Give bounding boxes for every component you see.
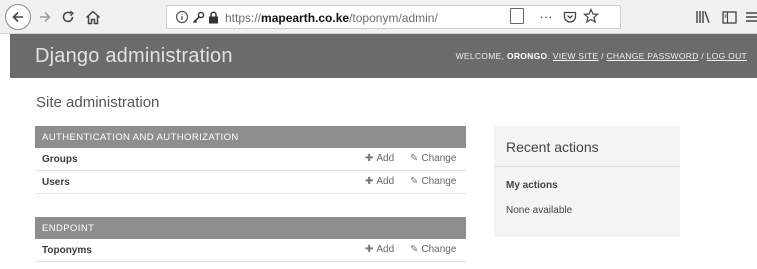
model-link-users[interactable]: Users bbox=[42, 177, 70, 188]
change-label: Change bbox=[421, 244, 457, 255]
pencil-icon: ✎ bbox=[410, 176, 419, 187]
menu-button[interactable] bbox=[746, 8, 757, 26]
module-caption[interactable]: AUTHENTICATION AND AUTHORIZATION bbox=[35, 126, 466, 148]
sidebar-button[interactable] bbox=[721, 8, 737, 26]
change-users-link[interactable]: ✎ Change bbox=[410, 176, 456, 187]
welcome-text: WELCOME, bbox=[455, 51, 507, 61]
module-caption[interactable]: ENDPOINT bbox=[35, 217, 466, 239]
sidebar-icon bbox=[721, 10, 737, 24]
pocket-icon bbox=[563, 11, 577, 23]
model-link-groups[interactable]: Groups bbox=[42, 154, 78, 165]
my-actions-heading: My actions bbox=[506, 180, 558, 191]
change-password-link[interactable]: CHANGE PASSWORD bbox=[606, 51, 698, 61]
recent-actions-panel: Recent actions My actions None available bbox=[494, 126, 680, 237]
url-prefix: https:// bbox=[225, 11, 262, 25]
page-title: Site administration bbox=[36, 94, 160, 111]
pencil-icon: ✎ bbox=[410, 153, 419, 164]
add-label: Add bbox=[376, 176, 395, 187]
separator: / bbox=[698, 51, 707, 61]
back-arrow-icon bbox=[12, 11, 23, 23]
model-row-toponyms: Toponyms ✚ Add ✎ Change bbox=[35, 239, 466, 262]
add-toponyms-link[interactable]: ✚ Add bbox=[365, 244, 394, 255]
key-icon bbox=[192, 11, 205, 23]
library-button[interactable] bbox=[695, 8, 711, 26]
browser-toolbar: https://mapearth.co.ke/toponym/admin/ ··… bbox=[0, 0, 757, 34]
more-actions-icon: ··· bbox=[539, 8, 553, 24]
info-icon bbox=[175, 10, 189, 24]
recent-actions-title: Recent actions bbox=[506, 139, 599, 155]
url-domain: mapearth.co.ke bbox=[261, 11, 350, 25]
hamburger-menu-icon bbox=[746, 12, 757, 22]
empty-actions-text: None available bbox=[506, 205, 573, 216]
site-header: Django administration WELCOME, ORONGO. V… bbox=[10, 34, 757, 78]
plus-icon: ✚ bbox=[365, 176, 374, 187]
url-text[interactable]: https://mapearth.co.ke/toponym/admin/ bbox=[225, 11, 438, 25]
change-label: Change bbox=[421, 153, 457, 164]
site-identity[interactable] bbox=[175, 10, 219, 24]
add-label: Add bbox=[376, 153, 395, 164]
add-users-link[interactable]: ✚ Add bbox=[365, 176, 394, 187]
view-site-link[interactable]: VIEW SITE bbox=[553, 51, 599, 61]
plus-icon: ✚ bbox=[365, 244, 374, 255]
add-label: Add bbox=[376, 244, 395, 255]
model-row-users: Users ✚ Add ✎ Change bbox=[35, 171, 466, 194]
add-groups-link[interactable]: ✚ Add bbox=[365, 153, 394, 164]
module-endpoint: ENDPOINT Toponyms ✚ Add ✎ Change bbox=[35, 217, 466, 262]
pencil-icon: ✎ bbox=[410, 244, 419, 255]
library-icon bbox=[696, 11, 710, 24]
model-row-groups: Groups ✚ Add ✎ Change bbox=[35, 148, 466, 171]
forward-arrow-icon bbox=[40, 11, 51, 23]
bookmark-button[interactable] bbox=[582, 7, 600, 25]
change-toponyms-link[interactable]: ✎ Change bbox=[410, 244, 456, 255]
bookmark-star-icon bbox=[583, 8, 599, 24]
reload-icon bbox=[62, 10, 74, 23]
pocket-button[interactable] bbox=[562, 8, 578, 26]
user-tools: WELCOME, ORONGO. VIEW SITE / CHANGE PASS… bbox=[455, 51, 747, 61]
log-out-link[interactable]: LOG OUT bbox=[707, 51, 747, 61]
change-label: Change bbox=[421, 176, 457, 187]
site-branding[interactable]: Django administration bbox=[35, 45, 233, 68]
divider bbox=[494, 166, 680, 167]
lock-icon bbox=[209, 11, 218, 23]
back-button[interactable] bbox=[5, 4, 31, 30]
username: ORONGO bbox=[506, 51, 548, 61]
plus-icon: ✚ bbox=[365, 153, 374, 164]
page-actions-button[interactable]: ··· bbox=[536, 7, 556, 25]
home-icon bbox=[85, 9, 101, 24]
url-path: /toponym/admin/ bbox=[349, 11, 438, 25]
module-authentication: AUTHENTICATION AND AUTHORIZATION Groups … bbox=[35, 126, 466, 194]
forward-button[interactable] bbox=[37, 8, 53, 26]
home-button[interactable] bbox=[84, 8, 102, 26]
reader-view-icon[interactable] bbox=[510, 8, 524, 24]
reload-button[interactable] bbox=[60, 8, 76, 26]
model-link-toponyms[interactable]: Toponyms bbox=[42, 245, 92, 256]
change-groups-link[interactable]: ✎ Change bbox=[410, 153, 456, 164]
